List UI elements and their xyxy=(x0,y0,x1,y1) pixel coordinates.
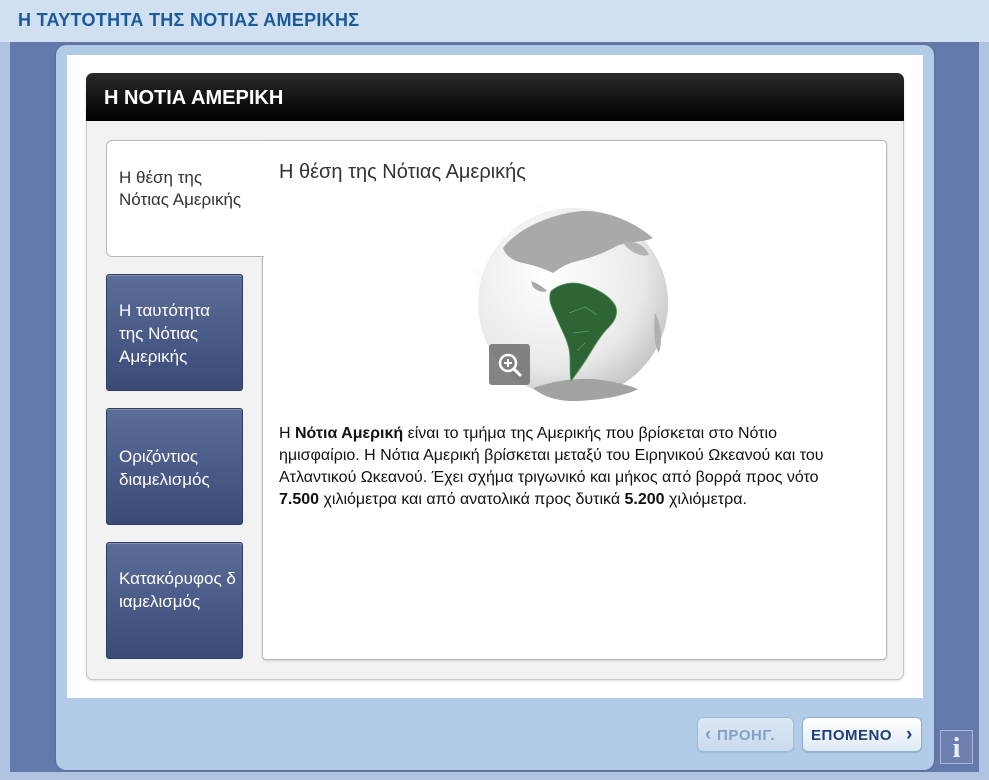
lesson-card: Η ΝΟΤΙΑ ΑΜΕΡΙΚΗ Η θέση της Νότιας Αμερικ… xyxy=(86,73,904,680)
chevron-right-icon: › xyxy=(906,724,913,745)
tab-horizontal-division[interactable]: Οριζόντιος διαμελισμός xyxy=(106,408,243,525)
left-side-band xyxy=(0,42,10,774)
tab-label: Οριζόντιος διαμελισμός xyxy=(119,447,210,489)
text-segment: χιλιόμετρα και από ανατολικά προς δυτικά xyxy=(319,491,625,508)
chevron-left-icon: ‹ xyxy=(705,724,712,745)
text-bold: 7.500 xyxy=(279,491,320,508)
next-label: ΕΠΟΜΕΝΟ xyxy=(811,727,893,744)
tab-label: Η ταυτότητα της Νότιας Αμερικής xyxy=(119,301,211,366)
tab-label: Η θέση της Νότιας Αμερικής xyxy=(119,168,242,209)
tab-identity[interactable]: Η ταυτότητα της Νότιας Αμερικής xyxy=(106,274,243,391)
previous-label: ΠΡΟΗΓ. xyxy=(717,727,775,744)
next-button[interactable]: ΕΠΟΜΕΝΟ › xyxy=(802,717,922,752)
info-button[interactable]: i xyxy=(940,730,973,764)
text-segment: χιλιόμετρα. xyxy=(664,491,747,508)
tab-location[interactable]: Η θέση της Νότιας Αμερικής xyxy=(106,140,264,257)
previous-button[interactable]: ‹ ΠΡΟΗΓ. xyxy=(697,717,794,752)
text-bold: 5.200 xyxy=(624,491,665,508)
main-frame: Η ΝΟΤΙΑ ΑΜΕΡΙΚΗ Η θέση της Νότιας Αμερικ… xyxy=(56,45,934,770)
description-text: Η Νότια Αμερική είναι το τμήμα της Αμερι… xyxy=(279,423,859,511)
text-segment: Η xyxy=(279,425,295,442)
content-title: Η θέση της Νότιας Αμερικής xyxy=(279,161,526,183)
card-title: Η ΝΟΤΙΑ ΑΜΕΡΙΚΗ xyxy=(104,87,284,109)
tab-label: Κατακόρυφος διαμελισμός xyxy=(119,569,236,611)
zoom-in-icon[interactable] xyxy=(489,344,530,385)
top-title-bar: Η ΤΑΥΤΟΤΗΤΑ ΤΗΣ ΝΟΤΙΑΣ ΑΜΕΡΙΚΗΣ xyxy=(0,0,989,42)
app-title: Η ΤΑΥΤΟΤΗΤΑ ΤΗΣ ΝΟΤΙΑΣ ΑΜΕΡΙΚΗΣ xyxy=(18,10,360,30)
card-header: Η ΝΟΤΙΑ ΑΜΕΡΙΚΗ xyxy=(86,73,904,121)
tab-vertical-division[interactable]: Κατακόρυφος διαμελισμός xyxy=(106,542,243,659)
content-panel: Η θέση της Νότιας Αμερικής Η Νότια Αμερι… xyxy=(262,140,887,660)
info-icon: i xyxy=(952,732,961,764)
text-bold: Νότια Αμερική xyxy=(295,425,404,442)
right-side-band xyxy=(979,42,989,774)
bottom-band xyxy=(0,772,989,780)
content-area: Η ΝΟΤΙΑ ΑΜΕΡΙΚΗ Η θέση της Νότιας Αμερικ… xyxy=(67,55,923,698)
